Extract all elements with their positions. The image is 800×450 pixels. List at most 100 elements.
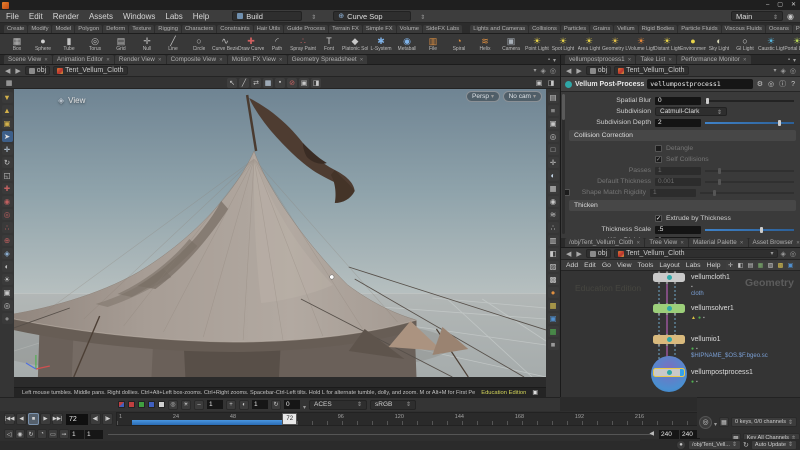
- network-menu-item[interactable]: Tools: [638, 262, 654, 269]
- pane-menu-icon[interactable]: [793, 57, 796, 64]
- net-view-icon[interactable]: ▣: [786, 261, 795, 270]
- display-option-icon[interactable]: □: [548, 144, 559, 155]
- tab-close-icon[interactable]: [668, 56, 672, 63]
- camera-selector[interactable]: No cam: [503, 91, 542, 102]
- step-icon[interactable]: ➙: [59, 429, 69, 439]
- viewport-canvas[interactable]: [14, 89, 546, 377]
- network-menu-item[interactable]: Edit: [584, 262, 596, 269]
- shelf-tab[interactable]: Volume: [397, 25, 422, 33]
- shelf-tab[interactable]: Collisions: [529, 25, 560, 33]
- timeline-ruler[interactable]: 1244896120144168192216 72: [116, 412, 698, 426]
- breadcrumb-root[interactable]: obj: [586, 249, 611, 258]
- network-menu-item[interactable]: Go: [602, 262, 611, 269]
- network-menu-item[interactable]: Add: [566, 262, 578, 269]
- shelf-tab[interactable]: Terrain FX: [329, 25, 362, 33]
- contrast-field[interactable]: 1: [252, 400, 268, 409]
- breadcrumb-node[interactable]: Tent_Vellum_Cloth: [614, 66, 688, 75]
- default-thickness-field[interactable]: 0.001: [655, 178, 701, 186]
- shelf-tool[interactable]: ∴ Spray Paint: [290, 34, 316, 54]
- passes-field[interactable]: 1: [655, 167, 701, 175]
- simulate-icon[interactable]: ▭: [48, 429, 58, 439]
- shape-match-field[interactable]: 1: [650, 189, 696, 197]
- play-button[interactable]: ▶: [40, 413, 51, 425]
- shelf-tab[interactable]: Polygon: [75, 25, 102, 33]
- pane-tab[interactable]: Composite View: [167, 55, 227, 64]
- link-icon[interactable]: ◎: [790, 67, 796, 75]
- display-option-icon[interactable]: ▩: [548, 274, 559, 285]
- select-mode-icon[interactable]: ▦: [4, 78, 14, 88]
- menu-item[interactable]: Edit: [29, 12, 43, 21]
- channel-all-icon[interactable]: [118, 401, 125, 408]
- viewport-tool-icon[interactable]: ●: [2, 313, 13, 324]
- timeline-zoom-icon[interactable]: ◎: [699, 416, 712, 429]
- node-lock-icon[interactable]: ▪: [691, 284, 693, 290]
- node-lock-icon[interactable]: ▪: [703, 315, 705, 321]
- viewport-tool-icon[interactable]: ☀: [2, 274, 13, 285]
- brightness-icon[interactable]: ☀: [181, 400, 191, 410]
- thickness-scale-field[interactable]: .5: [655, 226, 701, 234]
- collision-correction-section[interactable]: Collision Correction: [569, 130, 796, 141]
- link-icon[interactable]: ◎: [790, 250, 796, 258]
- shelf-tab[interactable]: Characters: [182, 25, 216, 33]
- display-option-icon[interactable]: ◉: [548, 196, 559, 207]
- node-lock-icon[interactable]: ▪: [696, 346, 698, 352]
- breadcrumb-root[interactable]: obj: [25, 66, 50, 75]
- display-flag[interactable]: [680, 369, 684, 376]
- pane-tab[interactable]: Animation Editor: [53, 55, 114, 64]
- viewport-tool-icon[interactable]: ▣: [2, 287, 13, 298]
- shelf-tool[interactable]: ◔ Spiral: [446, 34, 472, 54]
- contrast-icon[interactable]: ◐: [239, 400, 249, 410]
- channel-red-icon[interactable]: [128, 401, 135, 408]
- menu-item[interactable]: Assets: [89, 12, 113, 21]
- node-vellumcloth[interactable]: [653, 273, 685, 282]
- subdivision-depth-field[interactable]: 2: [655, 119, 701, 127]
- display-options-icon[interactable]: ▣: [534, 78, 544, 88]
- shelf-tab[interactable]: Oceans: [766, 25, 792, 33]
- display-option-icon[interactable]: ▤: [548, 92, 559, 103]
- node-name-field[interactable]: vellumpostprocess1: [647, 79, 752, 89]
- update-mode-selector[interactable]: Auto Update: [751, 440, 797, 450]
- display-option-icon[interactable]: ▦: [548, 326, 559, 337]
- shelf-tool[interactable]: ▦ Box: [4, 34, 30, 54]
- tab-close-icon[interactable]: [680, 239, 684, 246]
- shelf-tool[interactable]: ● Environment Light: [680, 34, 706, 54]
- range-end-field[interactable]: 240: [659, 430, 679, 439]
- desktop-menu[interactable]: Main: [731, 11, 783, 21]
- display-option-icon[interactable]: ▨: [548, 261, 559, 272]
- pane-tab[interactable]: /obj/Tent_Vellum_Cloth: [565, 238, 644, 247]
- viewport-tool-icon[interactable]: ◱: [2, 170, 13, 181]
- warning-icon[interactable]: ▲: [691, 315, 696, 321]
- pane-tab[interactable]: Material Palette: [689, 238, 748, 247]
- tab-close-icon[interactable]: [796, 239, 800, 246]
- pin-icon[interactable]: ◈: [541, 67, 546, 75]
- network-menu-item[interactable]: View: [617, 262, 632, 269]
- display-option-icon[interactable]: ◐: [548, 170, 559, 181]
- pane-tab[interactable]: vellumpostprocess1: [565, 55, 635, 64]
- network-menu-item[interactable]: Help: [707, 262, 721, 269]
- pane-tab[interactable]: Tree View: [645, 238, 688, 247]
- display-option-icon[interactable]: ≋: [548, 209, 559, 220]
- pane-tab[interactable]: Geometry Spreadsheet: [288, 55, 368, 64]
- playhead[interactable]: 72: [282, 413, 297, 425]
- inspect-icon[interactable]: ◎: [168, 400, 178, 410]
- default-thickness-slider[interactable]: [705, 178, 796, 186]
- maximize-button[interactable]: ▢: [773, 0, 787, 10]
- current-node-path[interactable]: /obj/Tent_Vell...: [688, 440, 741, 450]
- shelf-tab[interactable]: Rigid Bodies: [639, 25, 678, 33]
- menu-item[interactable]: Labs: [165, 12, 182, 21]
- snap-option-icon[interactable]: ⇄: [251, 78, 261, 88]
- pane-tab[interactable]: Scene View: [4, 55, 52, 64]
- shelf-tool[interactable]: ☀ Geometry Light: [602, 34, 628, 54]
- shelf-tool[interactable]: ✱ L-System: [368, 34, 394, 54]
- colorspace-selector[interactable]: sRGB: [370, 400, 416, 410]
- shelf-tool[interactable]: ○ Circle: [186, 34, 212, 54]
- shelf-tool[interactable]: ◆ Platonic Solids: [342, 34, 368, 54]
- net-snap-icon[interactable]: ◧: [736, 261, 745, 270]
- tool-spinner-icon[interactable]: [420, 12, 425, 21]
- range-step-field[interactable]: 1: [85, 430, 103, 439]
- exposure-icon[interactable]: ↻: [271, 400, 281, 410]
- pane-tab[interactable]: Asset Browser: [749, 238, 800, 247]
- scoped-channels-icon[interactable]: ▦: [719, 417, 729, 427]
- zoom-menu-icon[interactable]: [714, 413, 717, 431]
- range-end-handle[interactable]: ◀: [649, 430, 654, 437]
